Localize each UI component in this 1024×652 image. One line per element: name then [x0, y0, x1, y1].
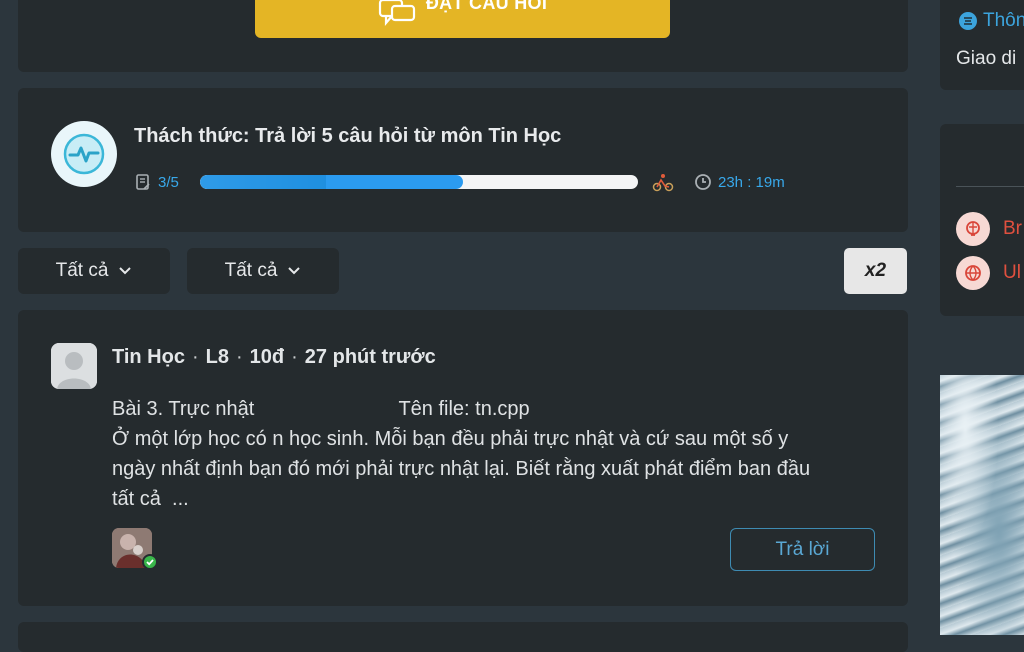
cyclist-icon	[652, 174, 674, 192]
question-meta: Tin Học · L8 · 10đ · 27 phút trước	[112, 346, 436, 369]
verified-check-icon	[142, 554, 158, 570]
avatar[interactable]	[51, 343, 97, 389]
question-grade: L8	[205, 346, 229, 368]
sidebar-item-2-label: Ul	[1003, 262, 1021, 283]
sidebar-item-1[interactable]: Br	[956, 212, 1022, 246]
chevron-down-icon	[119, 267, 132, 275]
challenge-progress-row: 3/5 23h : 19m	[134, 172, 834, 192]
filter-1-label: Tất cả	[55, 260, 109, 281]
question-line-3: ngày nhất định bạn đó mới phải trực nhật…	[112, 458, 811, 480]
sidebar-ranking-card: Br Ul	[940, 124, 1024, 316]
question-line-2: Ở một lớp học có n học sinh. Mỗi bạn đều…	[112, 428, 789, 450]
brain-icon	[956, 212, 990, 246]
document-icon	[136, 174, 150, 190]
clock-icon	[695, 174, 711, 190]
sidebar-info-desc: Giao di	[956, 48, 1017, 69]
progress-bar-fill	[200, 175, 463, 189]
question-time: 27 phút trước	[304, 346, 436, 368]
question-line-1: Bài 3. Trực nhật Tên file: tn.cpp	[112, 398, 530, 420]
challenge-card: Thách thức: Trả lời 5 câu hỏi từ môn Tin…	[18, 88, 908, 232]
filter-2-label: Tất cả	[224, 260, 278, 281]
challenge-title: Thách thức: Trả lời 5 câu hỏi từ môn Tin…	[134, 125, 562, 147]
filter-dropdown-2[interactable]: Tất cả	[187, 248, 339, 294]
sidebar-item-2[interactable]: Ul	[956, 256, 1021, 290]
progress-bar	[200, 175, 638, 189]
ask-question-card: ĐẶT CÂU HỎI	[18, 0, 908, 72]
question-line-4: tất cả ...	[112, 488, 189, 510]
answerer-avatar[interactable]	[112, 528, 158, 570]
chat-bubbles-icon	[378, 0, 415, 26]
divider	[956, 186, 1024, 187]
heartbeat-icon	[51, 121, 117, 187]
sidebar-info-header[interactable]: Thôn	[958, 10, 1024, 32]
reply-button[interactable]: Trả lời	[730, 528, 875, 571]
question-points: 10đ	[249, 346, 285, 368]
sidebar-banner-image[interactable]	[940, 375, 1024, 635]
ask-question-button[interactable]: ĐẶT CÂU HỎI	[255, 0, 670, 38]
separator-dot: ·	[235, 346, 243, 368]
question-subject[interactable]: Tin Học	[112, 346, 185, 369]
sidebar-info-card: Thôn Giao di	[940, 0, 1024, 90]
next-question-card[interactable]	[18, 622, 908, 652]
sidebar-info-label: Thôn	[983, 10, 1024, 31]
info-badge-icon	[959, 12, 977, 30]
sidebar-item-1-label: Br	[1003, 218, 1022, 239]
separator-dot: ·	[291, 346, 298, 368]
multiplier-badge[interactable]: x2	[844, 248, 907, 294]
chevron-down-icon	[288, 267, 301, 275]
progress-count: 3/5	[158, 173, 179, 191]
user-placeholder-icon	[51, 343, 97, 389]
question-body[interactable]: Bài 3. Trực nhật Tên file: tn.cpp Ở một …	[112, 394, 892, 514]
challenge-timer: 23h : 19m	[718, 173, 785, 191]
separator-dot: ·	[191, 346, 199, 368]
filter-dropdown-1[interactable]: Tất cả	[18, 248, 170, 294]
globe-icon	[956, 256, 990, 290]
ask-question-label: ĐẶT CÂU HỎI	[425, 0, 548, 13]
question-card[interactable]: Tin Học · L8 · 10đ · 27 phút trước Bài 3…	[18, 310, 908, 606]
